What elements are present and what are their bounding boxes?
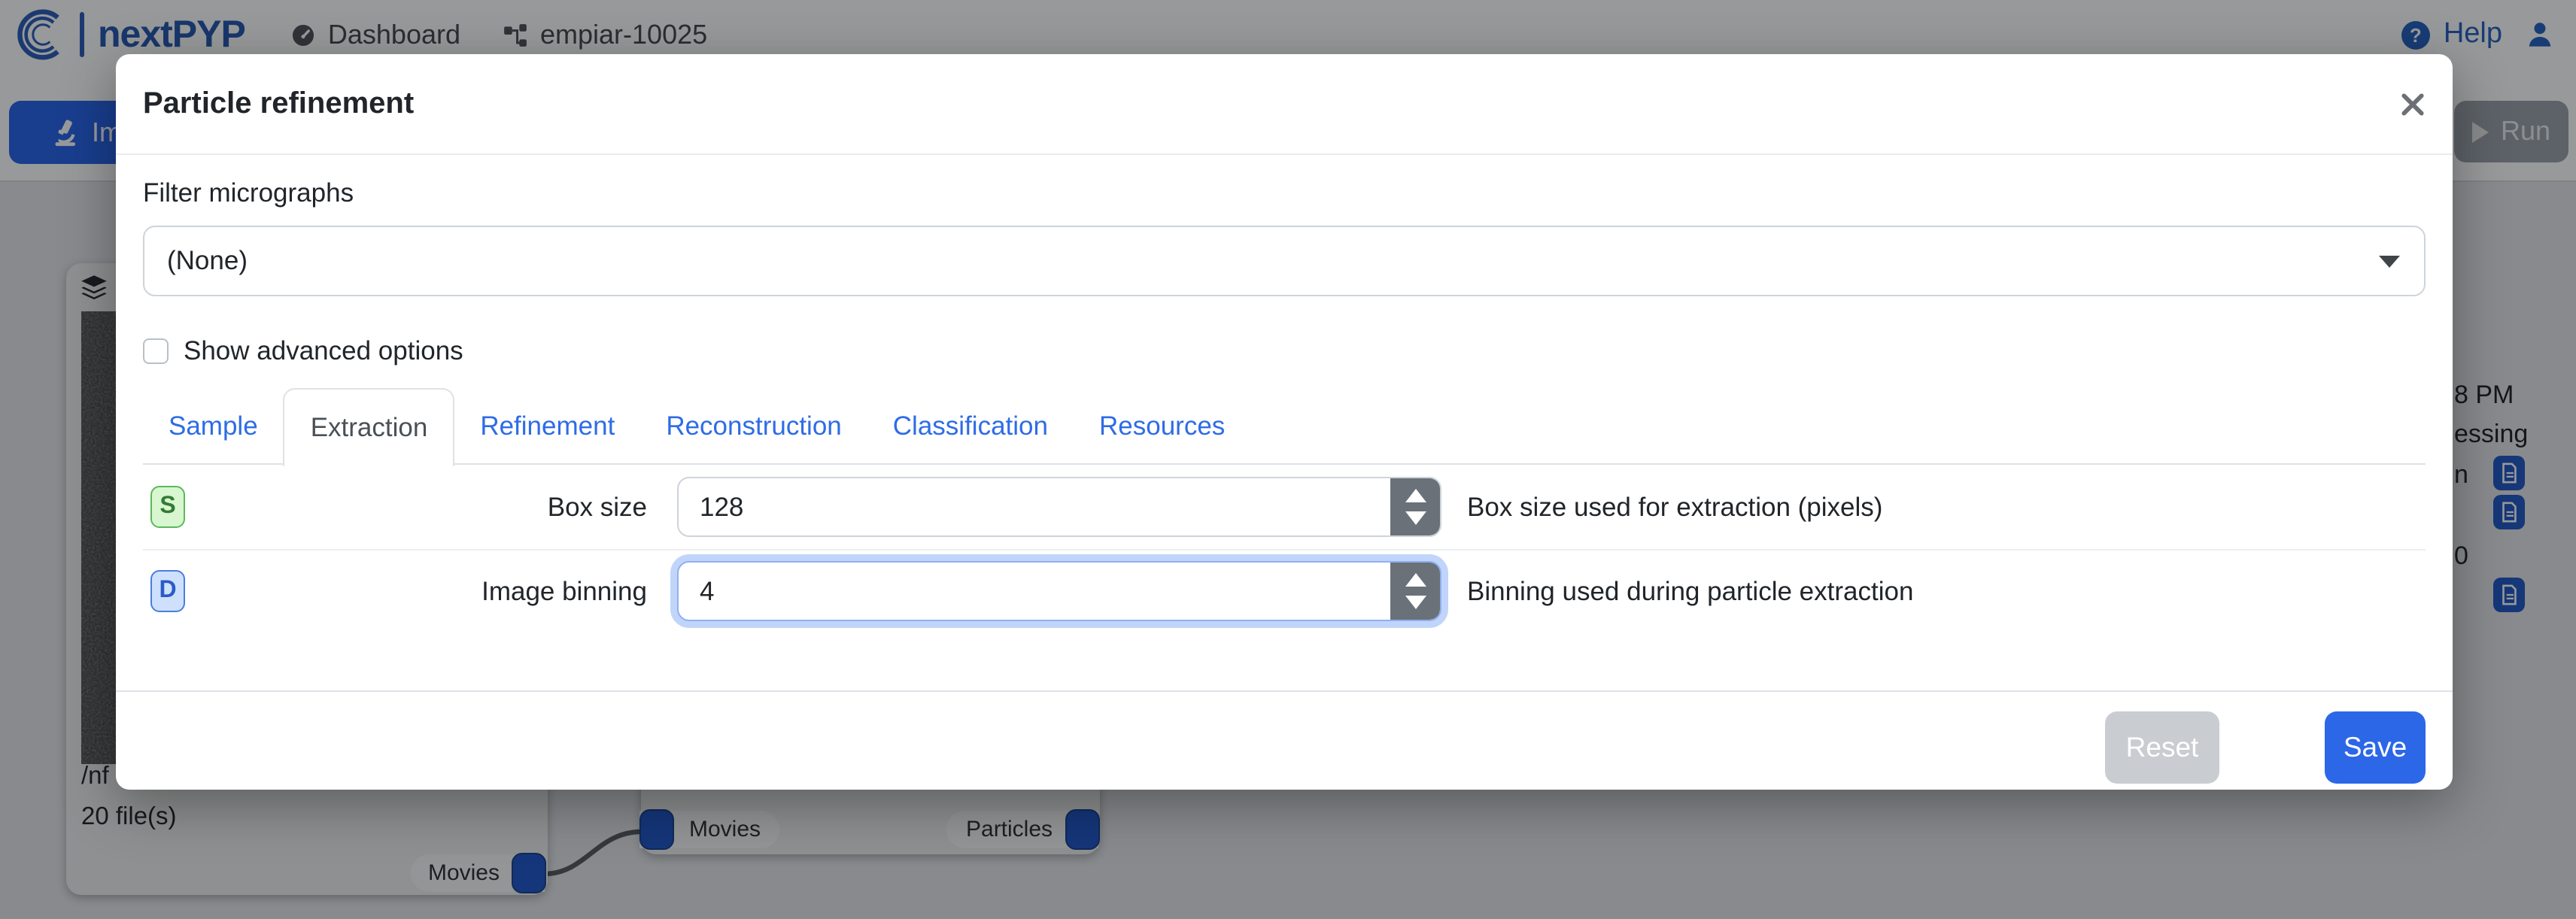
- advanced-options-row: Show advanced options: [143, 335, 2426, 367]
- close-icon[interactable]: [2400, 91, 2426, 117]
- scope-badge-s: S: [150, 486, 185, 528]
- particle-refinement-modal: Particle refinement Filter micrographs (…: [116, 54, 2453, 790]
- filter-micrographs-label: Filter micrographs: [143, 177, 2426, 209]
- filter-micrographs-select[interactable]: (None): [143, 226, 2426, 296]
- tab-reconstruction[interactable]: Reconstruction: [640, 388, 867, 463]
- chevron-down-icon: [2379, 256, 2400, 268]
- scope-badge-d: D: [150, 570, 185, 612]
- tab-resources[interactable]: Resources: [1074, 388, 1250, 463]
- modal-title: Particle refinement: [143, 86, 414, 121]
- advanced-options-checkbox[interactable]: [143, 338, 169, 364]
- box-size-input[interactable]: [677, 477, 1441, 537]
- param-label: Image binning: [185, 575, 647, 607]
- param-row-box-size: S Box size Box size used for extraction …: [143, 465, 2426, 550]
- number-stepper[interactable]: [1390, 563, 1440, 620]
- param-row-image-binning: D Image binning Binning used during part…: [143, 550, 2426, 690]
- number-stepper[interactable]: [1390, 478, 1440, 535]
- modal-body: Filter micrographs (None) Show advanced …: [116, 177, 2453, 690]
- image-binning-input-wrap: [677, 561, 1441, 621]
- save-button[interactable]: Save: [2325, 711, 2426, 783]
- param-description: Box size used for extraction (pixels): [1467, 491, 1882, 523]
- reset-button[interactable]: Reset: [2105, 711, 2219, 783]
- spinner-down-icon[interactable]: [1405, 511, 1426, 525]
- tab-sample[interactable]: Sample: [143, 388, 284, 463]
- image-binning-input[interactable]: [677, 561, 1441, 621]
- spinner-down-icon[interactable]: [1405, 596, 1426, 609]
- spinner-up-icon[interactable]: [1405, 489, 1426, 502]
- select-value: (None): [167, 245, 248, 277]
- tab-extraction[interactable]: Extraction: [284, 388, 455, 466]
- tab-classification[interactable]: Classification: [867, 388, 1074, 463]
- app-screen: nextPYP Dashboard: [0, 0, 2576, 919]
- modal-footer: Reset Save: [116, 690, 2453, 802]
- spinner-up-icon[interactable]: [1405, 573, 1426, 587]
- param-description: Binning used during particle extraction: [1467, 575, 1913, 607]
- tab-refinement[interactable]: Refinement: [454, 388, 640, 463]
- advanced-options-label: Show advanced options: [184, 335, 463, 367]
- settings-tabs: Sample Extraction Refinement Reconstruct…: [143, 388, 2426, 465]
- box-size-input-wrap: [677, 477, 1441, 537]
- param-label: Box size: [185, 491, 647, 523]
- modal-header: Particle refinement: [116, 54, 2453, 155]
